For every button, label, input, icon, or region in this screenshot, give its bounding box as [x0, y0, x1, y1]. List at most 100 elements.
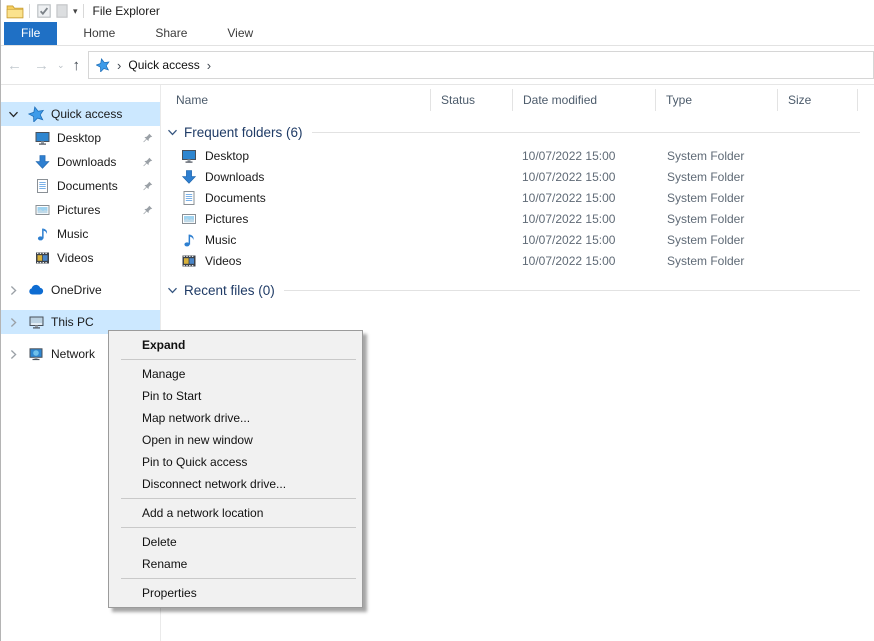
group-header-frequent-folders[interactable]: Frequent folders (6)	[162, 122, 874, 142]
file-name: Documents	[205, 191, 266, 205]
file-type: System Folder	[656, 191, 778, 205]
file-explorer-window: ▾ File Explorer File Home Share View ← →…	[0, 0, 874, 641]
file-type: System Folder	[656, 212, 778, 226]
forward-button[interactable]: →	[28, 58, 55, 73]
recent-locations-caret-icon[interactable]: ⌄	[55, 60, 67, 71]
column-header-type[interactable]: Type	[656, 89, 778, 111]
menu-item-pin-to-start[interactable]: Pin to Start	[109, 385, 362, 407]
tab-view[interactable]: View	[213, 22, 267, 45]
file-type: System Folder	[656, 170, 778, 184]
downloads-icon	[34, 154, 51, 170]
sidebar-item-label: Downloads	[57, 155, 116, 169]
file-type: System Folder	[656, 254, 778, 268]
menu-item-pin-to-quick-access[interactable]: Pin to Quick access	[109, 451, 362, 473]
file-date-modified: 10/07/2022 15:00	[513, 233, 656, 247]
sidebar-item-downloads[interactable]: Downloads	[1, 150, 160, 174]
videos-icon	[34, 250, 51, 266]
file-row-videos[interactable]: Videos 10/07/2022 15:00 System Folder	[162, 250, 874, 271]
chevron-down-icon[interactable]	[167, 127, 178, 138]
documents-icon	[34, 178, 51, 194]
sidebar-item-label: Quick access	[51, 107, 122, 121]
chevron-right-icon[interactable]	[8, 349, 19, 360]
pin-icon[interactable]	[141, 180, 154, 193]
sidebar-item-label: Network	[51, 347, 95, 361]
menu-item-open-in-new-window[interactable]: Open in new window	[109, 429, 362, 451]
group-header-rule	[284, 290, 860, 291]
file-name: Desktop	[205, 149, 249, 163]
sidebar-item-music[interactable]: Music	[1, 222, 160, 246]
pin-icon[interactable]	[141, 204, 154, 217]
chevron-right-icon[interactable]	[8, 285, 19, 296]
downloads-icon	[181, 169, 197, 185]
customize-toolbar-caret-icon[interactable]: ▾	[73, 6, 78, 17]
file-date-modified: 10/07/2022 15:00	[513, 170, 656, 184]
breadcrumb-chevron-icon[interactable]: ›	[200, 58, 218, 73]
menu-item-properties[interactable]: Properties	[109, 582, 362, 604]
menu-item-map-network-drive[interactable]: Map network drive...	[109, 407, 362, 429]
menu-separator	[121, 359, 356, 360]
menu-item-rename[interactable]: Rename	[109, 553, 362, 575]
file-date-modified: 10/07/2022 15:00	[513, 191, 656, 205]
breadcrumb-quick-access[interactable]: Quick access	[128, 58, 199, 72]
file-row-pictures[interactable]: Pictures 10/07/2022 15:00 System Folder	[162, 208, 874, 229]
file-date-modified: 10/07/2022 15:00	[513, 254, 656, 268]
file-date-modified: 10/07/2022 15:00	[513, 149, 656, 163]
new-folder-icon[interactable]	[53, 2, 71, 20]
sidebar-item-quick-access[interactable]: Quick access	[1, 102, 160, 126]
pictures-icon	[181, 211, 197, 227]
sidebar-item-label: This PC	[51, 315, 94, 329]
file-row-downloads[interactable]: Downloads 10/07/2022 15:00 System Folder	[162, 166, 874, 187]
sidebar-item-label: Documents	[57, 179, 118, 193]
menu-separator	[121, 527, 356, 528]
tab-home[interactable]: Home	[69, 22, 129, 45]
tab-share[interactable]: Share	[141, 22, 201, 45]
sidebar-item-desktop[interactable]: Desktop	[1, 126, 160, 150]
file-name: Downloads	[205, 170, 264, 184]
menu-item-expand[interactable]: Expand	[109, 334, 362, 356]
sidebar-spacer	[1, 270, 160, 278]
breadcrumb-chevron-icon[interactable]: ›	[110, 58, 128, 73]
file-row-documents[interactable]: Documents 10/07/2022 15:00 System Folder	[162, 187, 874, 208]
column-header-date-modified[interactable]: Date modified	[513, 89, 656, 111]
file-type: System Folder	[656, 149, 778, 163]
pin-icon[interactable]	[141, 156, 154, 169]
sidebar-item-videos[interactable]: Videos	[1, 246, 160, 270]
sidebar-item-label: Pictures	[57, 203, 100, 217]
back-button[interactable]: ←	[1, 58, 28, 73]
file-type: System Folder	[656, 233, 778, 247]
context-menu: Expand Manage Pin to Start Map network d…	[108, 330, 363, 608]
quick-access-star-icon	[28, 106, 45, 122]
desktop-icon	[181, 148, 197, 164]
menu-item-delete[interactable]: Delete	[109, 531, 362, 553]
menu-item-manage[interactable]: Manage	[109, 363, 362, 385]
sidebar-item-pictures[interactable]: Pictures	[1, 198, 160, 222]
column-header-status[interactable]: Status	[431, 89, 513, 111]
desktop-icon	[34, 130, 51, 146]
menu-item-disconnect-network-drive[interactable]: Disconnect network drive...	[109, 473, 362, 495]
chevron-down-icon[interactable]	[8, 109, 19, 120]
frequent-folders-list: Desktop 10/07/2022 15:00 System Folder D…	[162, 145, 874, 271]
chevron-right-icon[interactable]	[8, 317, 19, 328]
sidebar-item-label: OneDrive	[51, 283, 102, 297]
address-bar[interactable]: › Quick access ›	[88, 51, 874, 79]
sidebar-item-documents[interactable]: Documents	[1, 174, 160, 198]
column-header-name[interactable]: Name	[162, 89, 431, 111]
file-row-music[interactable]: Music 10/07/2022 15:00 System Folder	[162, 229, 874, 250]
tab-file[interactable]: File	[4, 22, 57, 45]
up-button[interactable]: ↑	[67, 58, 89, 73]
videos-icon	[181, 253, 197, 269]
sidebar-item-label: Desktop	[57, 131, 101, 145]
toolbar-divider	[29, 4, 30, 18]
file-name: Videos	[205, 254, 241, 268]
group-header-recent-files[interactable]: Recent files (0)	[162, 280, 874, 300]
sidebar-item-onedrive[interactable]: OneDrive	[1, 278, 160, 302]
pictures-icon	[34, 202, 51, 218]
file-row-desktop[interactable]: Desktop 10/07/2022 15:00 System Folder	[162, 145, 874, 166]
chevron-down-icon[interactable]	[167, 285, 178, 296]
sidebar-item-label: Music	[57, 227, 88, 241]
properties-check-icon[interactable]	[35, 2, 53, 20]
menu-item-add-network-location[interactable]: Add a network location	[109, 502, 362, 524]
column-header-size[interactable]: Size	[778, 89, 858, 111]
menu-separator	[121, 498, 356, 499]
pin-icon[interactable]	[141, 132, 154, 145]
